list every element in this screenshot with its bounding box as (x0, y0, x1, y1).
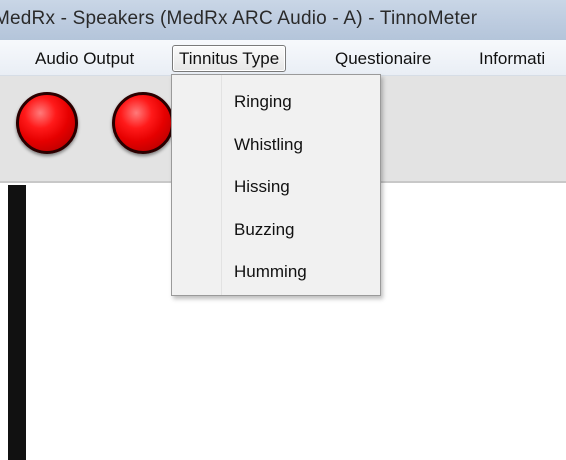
menu-option-hissing[interactable]: Hissing (234, 172, 374, 202)
menu-tinnitus-type[interactable]: Tinnitus Type (172, 45, 287, 72)
title-bar: MedRx - Speakers (MedRx ARC Audio - A) -… (0, 0, 566, 40)
tinnitus-type-dropdown: Ringing Whistling Hissing Buzzing Hummin… (171, 74, 381, 296)
red-indicator-button[interactable] (112, 92, 174, 154)
menu-information[interactable]: Informati (472, 45, 552, 72)
menu-option-humming[interactable]: Humming (234, 257, 374, 287)
menu-option-buzzing[interactable]: Buzzing (234, 215, 374, 245)
menu-audio-output[interactable]: Audio Output (28, 45, 141, 72)
menu-bar: Audio Output Tinnitus Type Questionaire … (0, 40, 566, 76)
red-indicator-button[interactable] (16, 92, 78, 154)
window-title: MedRx - Speakers (MedRx ARC Audio - A) -… (0, 8, 478, 29)
menu-option-ringing[interactable]: Ringing (234, 87, 374, 117)
vertical-bar (8, 185, 26, 460)
menu-questionaire[interactable]: Questionaire (328, 45, 438, 72)
app-window: MedRx - Speakers (MedRx ARC Audio - A) -… (0, 0, 566, 460)
menu-icon-gutter (172, 75, 222, 295)
menu-option-whistling[interactable]: Whistling (234, 130, 374, 160)
